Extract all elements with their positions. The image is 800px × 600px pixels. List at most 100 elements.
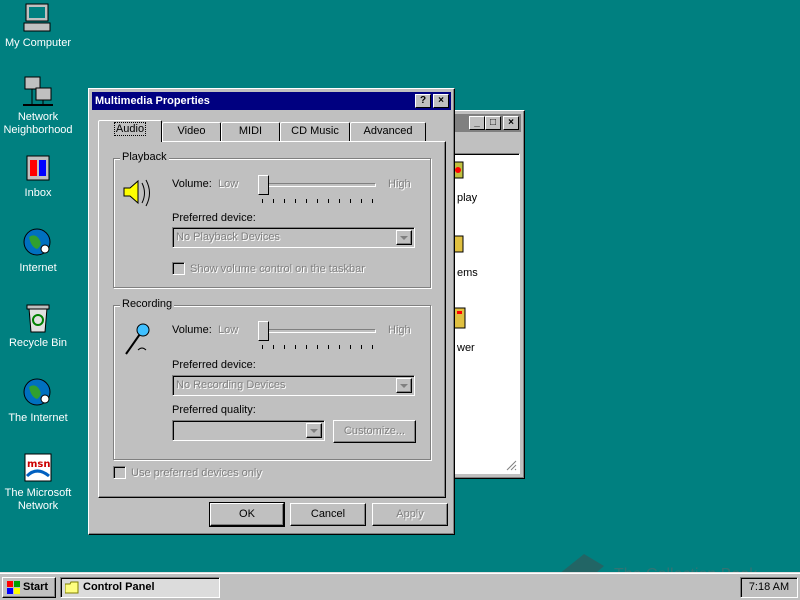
- slider-track: [258, 329, 376, 333]
- control-panel-window[interactable]: _ □ × play ems wer: [448, 110, 525, 479]
- slider-tick: [361, 345, 362, 349]
- desktop-icon-label: My Computer: [4, 37, 72, 49]
- taskbar-volume-checkbox-label: Show volume control on the taskbar: [190, 263, 365, 275]
- recycle-bin-icon: [21, 302, 55, 334]
- playback-volume-high-label: High: [388, 178, 411, 190]
- minimize-button[interactable]: _: [469, 116, 485, 130]
- tab-midi[interactable]: MIDI: [221, 122, 280, 141]
- desktop-icon-recycle-bin[interactable]: Recycle Bin: [0, 302, 76, 350]
- slider-tick: [295, 199, 296, 203]
- recording-quality-select[interactable]: [172, 420, 325, 441]
- slider-tick: [273, 345, 274, 349]
- playback-device-select[interactable]: No Playback Devices: [172, 227, 415, 248]
- taskbar: Start Control Panel 7:18 AM: [0, 572, 800, 600]
- computer-icon: [21, 2, 55, 34]
- start-label: Start: [23, 581, 49, 593]
- help-button[interactable]: ?: [415, 94, 431, 108]
- clock[interactable]: 7:18 AM: [749, 581, 789, 593]
- slider-tick: [306, 345, 307, 349]
- desktop-icon-label: The Internet: [8, 412, 68, 424]
- microphone-icon: [120, 320, 156, 358]
- system-tray: 7:18 AM: [740, 577, 798, 598]
- apply-button[interactable]: Apply: [372, 503, 448, 526]
- display-icon: [453, 158, 464, 186]
- slider-thumb[interactable]: [258, 175, 269, 195]
- playback-group: Playback Volume: Low High Preferred devi…: [113, 151, 431, 288]
- desktop-icon-the-microsoft-network[interactable]: msn The Microsoft Network: [0, 452, 76, 513]
- desktop-icon-my-computer[interactable]: My Computer: [0, 2, 76, 50]
- close-button[interactable]: ×: [433, 94, 449, 108]
- globe-icon: [21, 227, 55, 259]
- use-preferred-devices-label: Use preferred devices only: [131, 467, 262, 479]
- control-panel-item-label: ems: [457, 267, 478, 279]
- slider-tick: [339, 199, 340, 203]
- folder-icon: [64, 581, 79, 594]
- chevron-down-icon[interactable]: [396, 378, 412, 393]
- slider-tick: [284, 345, 285, 349]
- speaker-icon: [120, 175, 156, 211]
- taskbar-volume-checkbox[interactable]: [172, 262, 185, 275]
- network-icon: [21, 76, 55, 108]
- slider-tick: [328, 199, 329, 203]
- desktop-icon-the-internet[interactable]: The Internet: [0, 377, 76, 425]
- slider-thumb[interactable]: [258, 321, 269, 341]
- tab-cd-music[interactable]: CD Music: [280, 122, 350, 141]
- globe-icon: [21, 377, 55, 409]
- windows-logo-icon: [7, 581, 21, 594]
- desktop-icon-label: The Microsoft Network: [4, 487, 72, 512]
- recording-preferred-quality-label: Preferred quality:: [172, 404, 256, 416]
- desktop-icon-label: Internet: [19, 262, 57, 274]
- control-panel-titlebar[interactable]: _ □ ×: [452, 114, 521, 132]
- msn-icon: msn: [21, 452, 55, 484]
- start-button[interactable]: Start: [2, 577, 56, 598]
- playback-volume-label: Volume:: [172, 178, 212, 190]
- chevron-down-icon[interactable]: [306, 423, 322, 438]
- slider-tick: [372, 345, 373, 349]
- multimedia-properties-dialog[interactable]: Multimedia Properties ? × Audio Video MI…: [88, 88, 455, 535]
- slider-tick: [361, 199, 362, 203]
- recording-device-value: No Recording Devices: [176, 379, 286, 391]
- maximize-button[interactable]: □: [485, 116, 501, 130]
- slider-tick: [339, 345, 340, 349]
- chevron-down-icon[interactable]: [396, 230, 412, 245]
- desktop-icon-network-neighborhood[interactable]: Network Neighborhood: [0, 76, 76, 137]
- recording-volume-label: Volume:: [172, 324, 212, 336]
- slider-tick: [350, 199, 351, 203]
- dialog-titlebar[interactable]: Multimedia Properties ? ×: [92, 92, 451, 110]
- ok-button[interactable]: OK: [209, 502, 285, 527]
- tab-audio[interactable]: Audio: [98, 120, 162, 142]
- desktop-icon-internet[interactable]: Internet: [0, 227, 76, 275]
- recording-group: Recording Volume: Low High Preferred dev…: [113, 298, 431, 460]
- control-panel-item-label: wer: [457, 342, 475, 354]
- audio-tab-panel: Playback Volume: Low High Preferred devi…: [98, 141, 446, 498]
- recording-group-title: Recording: [120, 298, 175, 310]
- recording-device-select[interactable]: No Recording Devices: [172, 375, 415, 396]
- battery-icon: [453, 304, 466, 332]
- recording-volume-slider[interactable]: [258, 321, 378, 351]
- desktop-icon-inbox[interactable]: Inbox: [0, 152, 76, 200]
- fonts-icon: [453, 230, 464, 258]
- slider-tick: [262, 345, 263, 349]
- playback-volume-slider[interactable]: [258, 175, 378, 205]
- tab-advanced[interactable]: Advanced: [350, 122, 426, 141]
- playback-device-value: No Playback Devices: [176, 231, 280, 243]
- close-button[interactable]: ×: [503, 116, 519, 130]
- slider-tick: [295, 345, 296, 349]
- desktop-icon-label: Network Neighborhood: [3, 111, 73, 136]
- task-button-control-panel[interactable]: Control Panel: [60, 577, 220, 598]
- recording-preferred-device-label: Preferred device:: [172, 359, 256, 371]
- slider-tick: [328, 345, 329, 349]
- slider-tick: [350, 345, 351, 349]
- task-button-label: Control Panel: [83, 581, 155, 593]
- playback-volume-low-label: Low: [218, 178, 239, 190]
- slider-tick: [372, 199, 373, 203]
- use-preferred-devices-checkbox[interactable]: [113, 466, 126, 479]
- tab-video[interactable]: Video: [162, 122, 221, 141]
- cancel-button[interactable]: Cancel: [290, 503, 366, 526]
- resize-grip-icon[interactable]: [505, 459, 517, 471]
- recording-volume-high-label: High: [388, 324, 411, 336]
- dialog-title: Multimedia Properties: [95, 95, 210, 107]
- customize-button[interactable]: Customize...: [333, 420, 416, 443]
- slider-ticks: [262, 345, 373, 349]
- slider-track: [258, 183, 376, 187]
